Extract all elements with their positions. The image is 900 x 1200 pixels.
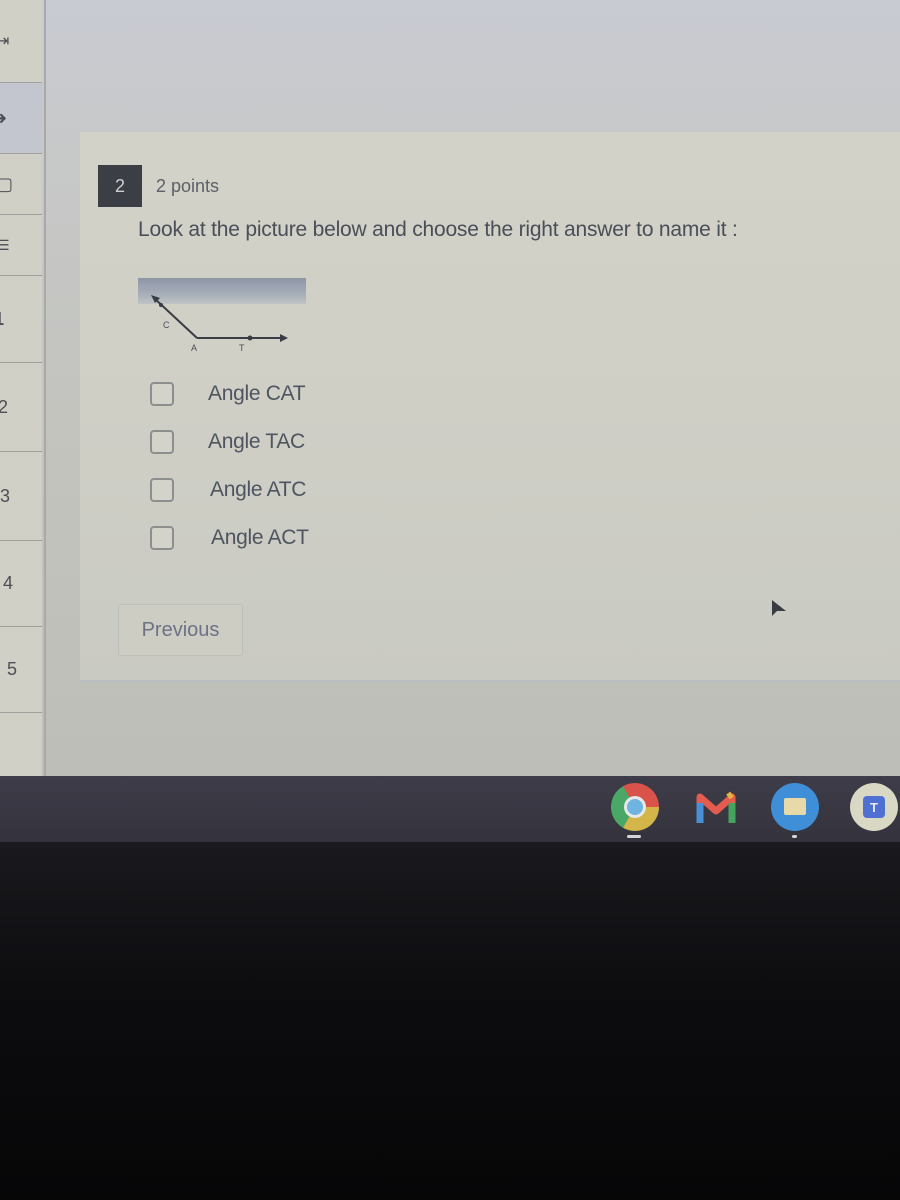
label-c: C: [163, 320, 170, 330]
option-label: Angle ACT: [211, 526, 309, 549]
sidebar-item-label: 5: [7, 659, 18, 679]
previous-button[interactable]: Previous: [118, 604, 243, 656]
sidebar-item-1[interactable]: 1: [0, 276, 42, 363]
sidebar-collapse-button[interactable]: ⇥: [0, 0, 42, 83]
collapse-arrow-icon: ⇥: [0, 33, 10, 50]
sidebar-item-label: 2: [0, 396, 9, 417]
question-points: 2 points: [156, 176, 220, 196]
screen: ⇥ ➜ ▢ ☰ 1 2 3 4 5 2 2 points Look at: [0, 0, 900, 780]
question-number: 2: [114, 175, 125, 196]
label-a: A: [191, 343, 197, 352]
files-app-button[interactable]: [771, 783, 819, 831]
ray-at-arrowhead: [280, 334, 288, 342]
previous-button-label: Previous: [141, 618, 220, 641]
sidebar-item-label: 3: [0, 485, 11, 506]
sidebar-empty-cell: [0, 713, 42, 780]
option-angle-cat[interactable]: Angle CAT: [150, 381, 306, 407]
question-number-badge: 2: [98, 165, 142, 207]
chrome-running-indicator: [627, 835, 641, 838]
chrome-app-button[interactable]: [611, 783, 659, 831]
option-angle-atc[interactable]: Angle ATC: [150, 477, 306, 503]
option-checkbox[interactable]: [150, 430, 174, 454]
option-checkbox[interactable]: [150, 478, 174, 502]
arrow-right-icon: ➜: [0, 108, 7, 129]
option-label: Angle TAC: [208, 430, 305, 453]
point-c-marker: [159, 303, 163, 307]
chrome-icon: [624, 796, 646, 818]
laptop-bezel: [0, 842, 900, 1200]
option-checkbox[interactable]: [150, 382, 174, 406]
option-angle-act[interactable]: Angle ACT: [150, 525, 309, 551]
option-checkbox[interactable]: [150, 526, 174, 550]
mouse-cursor-icon: [772, 600, 786, 616]
files-icon: [784, 798, 806, 815]
sidebar-bookmark-button[interactable]: ▢: [0, 154, 42, 215]
bookmark-icon: ▢: [0, 173, 14, 194]
sidebar-list-button[interactable]: ☰: [0, 215, 42, 276]
sidebar-item-label: 4: [3, 573, 14, 593]
os-shelf: T: [0, 776, 900, 842]
option-label: Angle ATC: [210, 478, 307, 501]
gmail-icon: [696, 791, 736, 823]
label-t: T: [239, 343, 245, 352]
files-running-indicator: [792, 835, 797, 838]
sidebar-item-3[interactable]: 3: [0, 452, 42, 541]
point-t-marker: [247, 335, 253, 341]
gmail-app-button[interactable]: [692, 783, 740, 831]
sidebar-item-5[interactable]: 5: [0, 627, 42, 713]
teams-app-button[interactable]: T: [850, 783, 898, 831]
question-text: Look at the picture below and choose the…: [138, 218, 738, 241]
angle-diagram: C A T: [151, 295, 288, 352]
option-label: Angle CAT: [208, 382, 306, 405]
list-icon: ☰: [0, 236, 10, 253]
sidebar-next-button[interactable]: ➜: [0, 83, 42, 154]
teams-icon: T: [863, 796, 885, 818]
sidebar-item-2[interactable]: 2: [0, 363, 42, 452]
angle-figure: C A T: [138, 276, 306, 352]
sidebar-item-label: 1: [0, 309, 4, 330]
sidebar-item-4[interactable]: 4: [0, 541, 42, 627]
question-sidebar: ⇥ ➜ ▢ ☰ 1 2 3 4 5: [0, 0, 46, 780]
option-angle-tac[interactable]: Angle TAC: [150, 429, 305, 455]
